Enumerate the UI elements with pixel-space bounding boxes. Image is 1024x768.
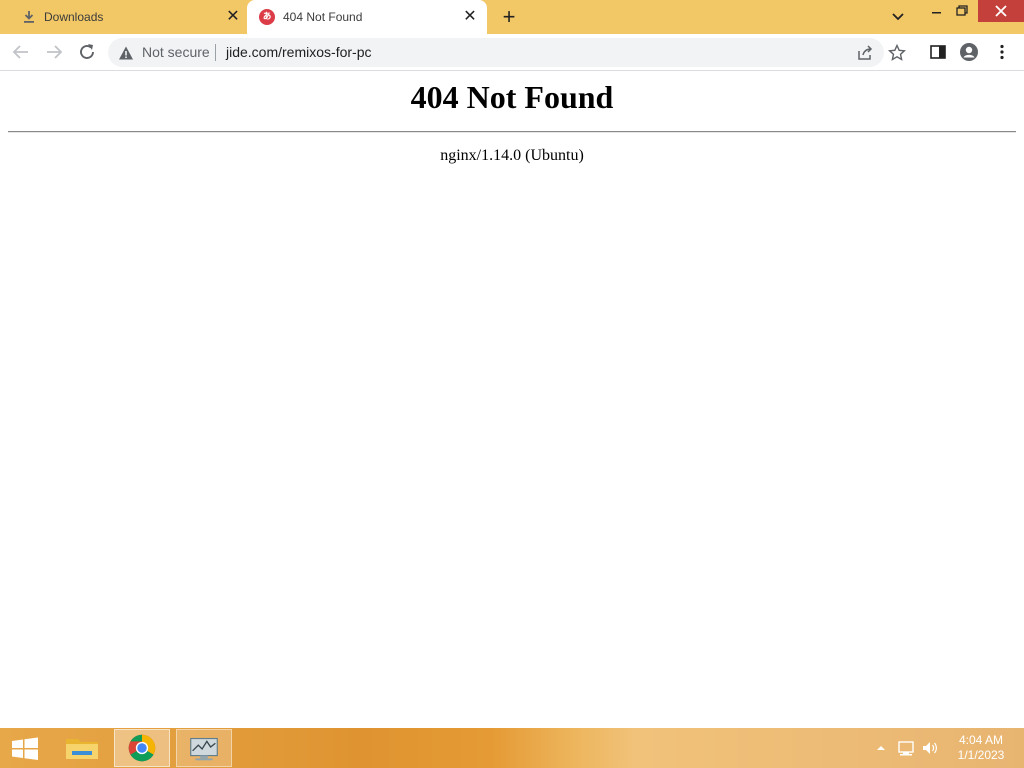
page-title: 404 Not Found: [410, 79, 614, 115]
forward-arrow-icon[interactable]: [43, 41, 65, 63]
tab-search-chevron-icon[interactable]: [884, 7, 912, 27]
server-signature: nginx/1.14.0 (Ubuntu): [440, 147, 584, 164]
site-favicon: ぁ: [259, 9, 275, 25]
side-panel-icon[interactable]: [928, 42, 948, 62]
profile-avatar-icon[interactable]: [959, 42, 979, 62]
show-hidden-icons-icon[interactable]: [874, 738, 888, 758]
start-icon[interactable]: [0, 729, 50, 767]
clock-date: 1/1/2023: [957, 748, 1005, 762]
volume-icon[interactable]: [920, 738, 940, 758]
taskbar: 4:04 AM 1/1/2023: [0, 728, 1024, 768]
tab-title: 404 Not Found: [283, 10, 363, 24]
download-icon: [24, 11, 34, 23]
restore-button[interactable]: [948, 2, 976, 22]
omnibox-divider: [215, 44, 216, 61]
close-tab-icon[interactable]: ✕: [461, 8, 479, 26]
file-explorer-icon[interactable]: [54, 729, 110, 767]
new-tab-button[interactable]: +: [498, 6, 520, 28]
bookmark-star-icon[interactable]: [888, 44, 906, 62]
system-clock[interactable]: 4:04 AM 1/1/2023: [948, 733, 1014, 763]
tab-strip: Downloads ✕ ぁ 404 Not Found ✕ +: [0, 0, 1024, 34]
chrome-icon[interactable]: [114, 729, 170, 767]
reload-icon[interactable]: [76, 41, 98, 63]
clock-time: 4:04 AM: [958, 733, 1004, 747]
network-icon[interactable]: [896, 738, 916, 758]
divider: [8, 131, 1016, 133]
tab-404-not-found[interactable]: ぁ 404 Not Found ✕: [247, 0, 487, 34]
address-bar[interactable]: Not secure jide.com/remixos-for-pc: [108, 38, 906, 67]
url-text[interactable]: jide.com/remixos-for-pc: [226, 44, 371, 60]
tab-downloads[interactable]: Downloads ✕: [8, 0, 246, 34]
browser-toolbar: Not secure jide.com/remixos-for-pc: [0, 34, 1024, 71]
window-close-button[interactable]: [978, 0, 1024, 22]
share-icon[interactable]: [856, 44, 874, 62]
resource-monitor-icon[interactable]: [176, 729, 232, 767]
minimize-button[interactable]: [922, 2, 950, 22]
tab-title: Downloads: [44, 10, 104, 24]
close-tab-icon[interactable]: ✕: [224, 8, 242, 26]
back-arrow-icon[interactable]: [10, 41, 32, 63]
warning-icon[interactable]: [118, 45, 134, 61]
security-label[interactable]: Not secure: [142, 44, 210, 60]
more-menu-icon[interactable]: [992, 42, 1012, 62]
page-content: 404 Not Found nginx/1.14.0 (Ubuntu): [0, 71, 1024, 728]
